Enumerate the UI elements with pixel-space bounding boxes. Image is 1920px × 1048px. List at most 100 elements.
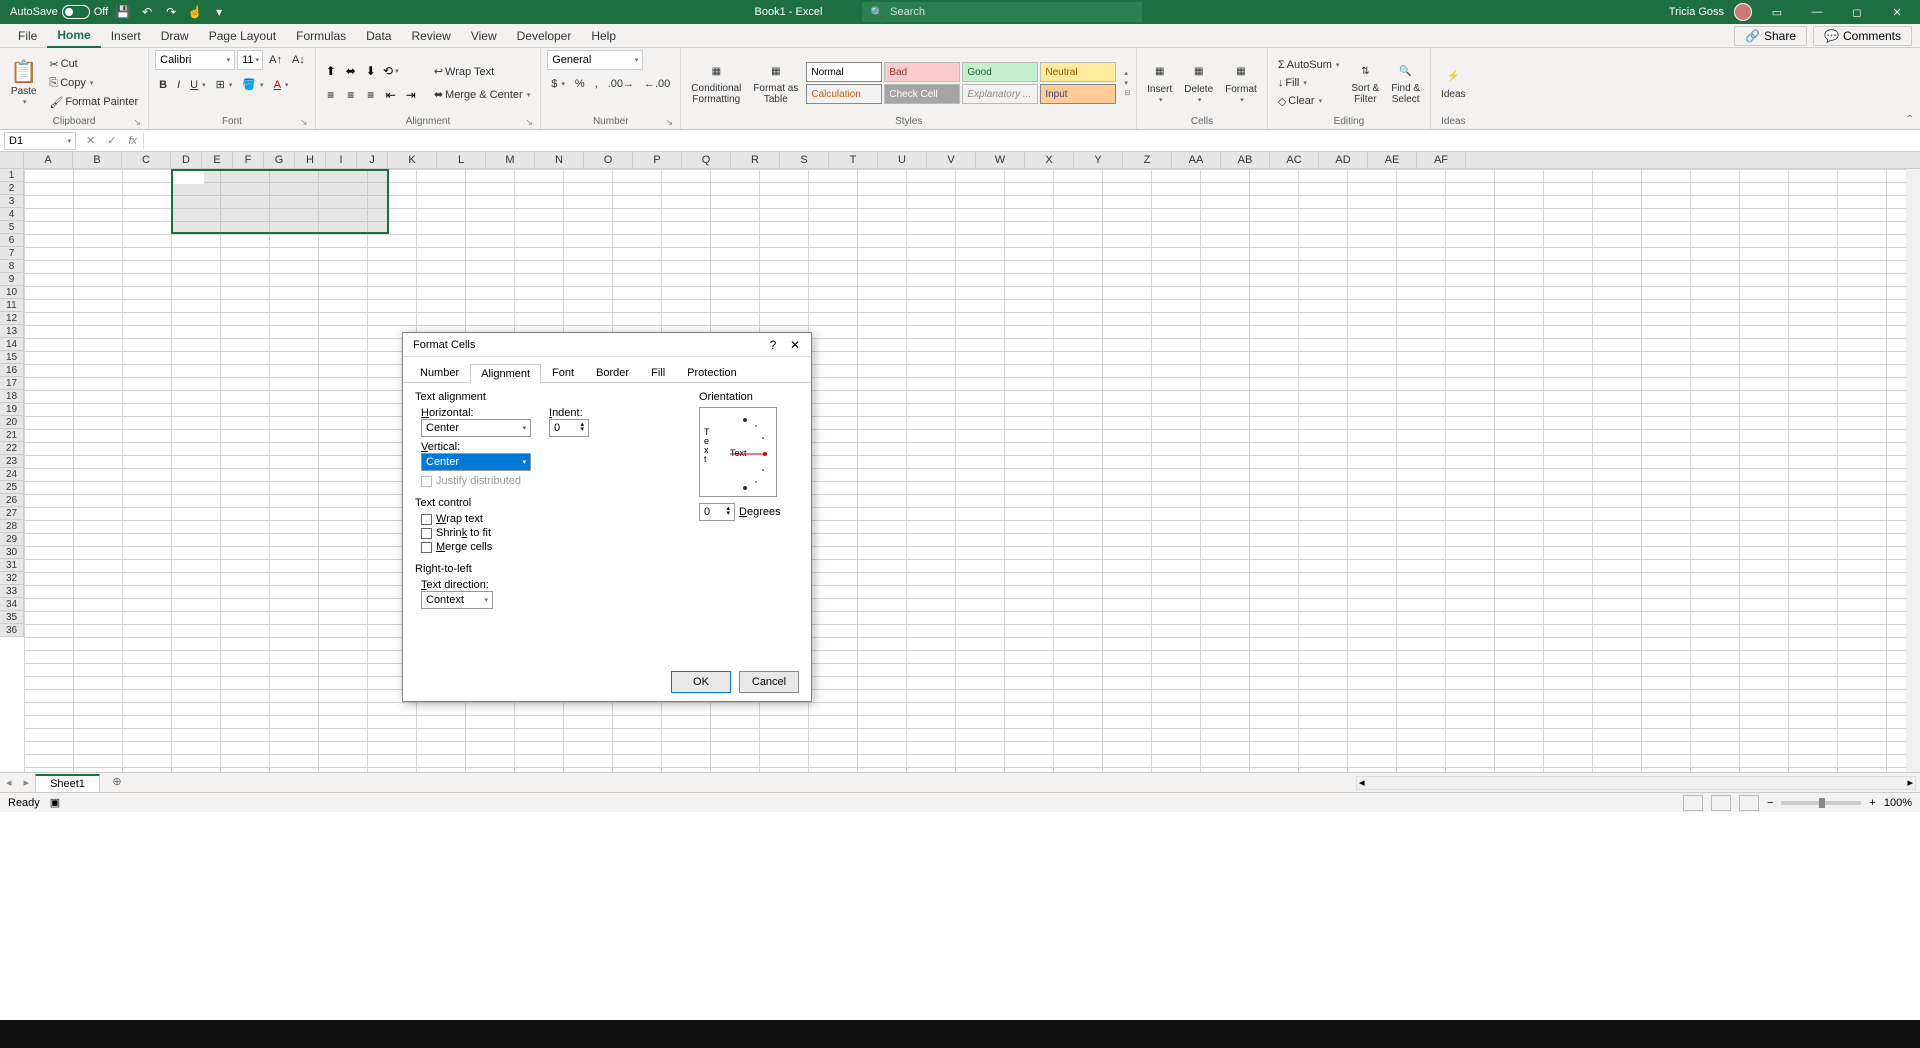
column-header[interactable]: K: [388, 152, 437, 168]
accounting-format-icon[interactable]: $▾: [547, 76, 569, 92]
fx-icon[interactable]: fx: [122, 135, 143, 147]
column-header[interactable]: Q: [682, 152, 731, 168]
horizontal-combo[interactable]: Center▾: [421, 419, 531, 437]
user-avatar[interactable]: [1734, 3, 1752, 21]
collapse-ribbon-icon[interactable]: ⌃: [1906, 114, 1914, 125]
column-header[interactable]: AA: [1172, 152, 1221, 168]
style-check-cell[interactable]: Check Cell: [884, 84, 960, 104]
vertical-combo[interactable]: Center▾: [421, 453, 531, 471]
decrease-decimal-icon[interactable]: ←.00: [640, 76, 674, 92]
worksheet-grid[interactable]: ABCDEFGHIJKLMNOPQRSTUVWXYZAAABACADAEAF 1…: [0, 152, 1920, 772]
comma-format-icon[interactable]: ,: [591, 76, 602, 92]
vertical-scrollbar[interactable]: [1906, 169, 1920, 772]
sort-filter-button[interactable]: ⇅Sort & Filter: [1347, 57, 1383, 109]
column-header[interactable]: AD: [1319, 152, 1368, 168]
row-header[interactable]: 7: [0, 247, 23, 260]
format-as-table-button[interactable]: ▦Format as Table: [749, 57, 802, 109]
row-header[interactable]: 16: [0, 364, 23, 377]
percent-format-icon[interactable]: %: [571, 76, 589, 92]
row-header[interactable]: 36: [0, 624, 23, 637]
row-header[interactable]: 32: [0, 572, 23, 585]
add-sheet-icon[interactable]: ⊕: [108, 774, 126, 792]
customize-qa-icon[interactable]: ▾: [210, 3, 228, 21]
menu-home[interactable]: Home: [47, 24, 100, 48]
number-launcher-icon[interactable]: ↘: [664, 117, 674, 127]
search-box[interactable]: 🔍 Search: [862, 2, 1142, 22]
font-color-button[interactable]: A▾: [270, 76, 293, 93]
cancel-button[interactable]: Cancel: [739, 671, 799, 693]
format-painter-button[interactable]: 🖌Format Painter: [45, 94, 142, 111]
menu-formulas[interactable]: Formulas: [286, 25, 356, 47]
row-header[interactable]: 4: [0, 208, 23, 221]
undo-icon[interactable]: ↶: [138, 3, 156, 21]
menu-data[interactable]: Data: [356, 25, 401, 47]
column-header[interactable]: C: [122, 152, 171, 168]
increase-decimal-icon[interactable]: .00→: [604, 76, 638, 92]
column-header[interactable]: AF: [1417, 152, 1466, 168]
styles-scroll-down-icon[interactable]: ▾: [1124, 79, 1130, 87]
column-header[interactable]: A: [24, 152, 73, 168]
minimize-icon[interactable]: —: [1802, 0, 1832, 24]
ok-button[interactable]: OK: [671, 671, 731, 693]
column-header[interactable]: D: [171, 152, 202, 168]
share-button[interactable]: 🔗 Share: [1734, 26, 1807, 46]
indent-increase-icon[interactable]: ⇥: [402, 86, 420, 104]
zoom-level[interactable]: 100%: [1884, 797, 1912, 809]
autosum-button[interactable]: ΣAutoSum▾: [1274, 57, 1344, 73]
menu-page-layout[interactable]: Page Layout: [199, 25, 286, 47]
zoom-in-icon[interactable]: +: [1869, 797, 1875, 809]
row-header[interactable]: 9: [0, 273, 23, 286]
row-header[interactable]: 21: [0, 429, 23, 442]
shrink-to-fit-checkbox[interactable]: [421, 528, 432, 539]
comments-button[interactable]: 💬 Comments: [1813, 26, 1912, 46]
tab-border[interactable]: Border: [585, 363, 640, 382]
dialog-help-icon[interactable]: ?: [763, 335, 783, 355]
find-select-button[interactable]: 🔍Find & Select: [1387, 57, 1424, 109]
column-header[interactable]: Y: [1074, 152, 1123, 168]
merge-cells-checkbox[interactable]: [421, 542, 432, 553]
orientation-icon[interactable]: ⟲▾: [382, 62, 400, 80]
name-box[interactable]: D1▾: [4, 132, 76, 150]
column-header[interactable]: F: [233, 152, 264, 168]
macro-record-icon[interactable]: ▣: [50, 796, 60, 809]
column-header[interactable]: O: [584, 152, 633, 168]
align-right-icon[interactable]: ≡: [362, 86, 380, 104]
align-left-icon[interactable]: ≡: [322, 86, 340, 104]
column-header[interactable]: N: [535, 152, 584, 168]
align-top-icon[interactable]: ⬆: [322, 62, 340, 80]
row-header[interactable]: 10: [0, 286, 23, 299]
row-header[interactable]: 14: [0, 338, 23, 351]
font-size-combo[interactable]: 11▾: [237, 50, 263, 70]
italic-button[interactable]: I: [173, 76, 184, 93]
menu-insert[interactable]: Insert: [101, 25, 151, 47]
alignment-launcher-icon[interactable]: ↘: [524, 117, 534, 127]
row-header[interactable]: 8: [0, 260, 23, 273]
align-center-icon[interactable]: ≡: [342, 86, 360, 104]
row-header[interactable]: 23: [0, 455, 23, 468]
row-header[interactable]: 15: [0, 351, 23, 364]
row-header[interactable]: 31: [0, 559, 23, 572]
row-header[interactable]: 20: [0, 416, 23, 429]
row-header[interactable]: 12: [0, 312, 23, 325]
ideas-button[interactable]: ⚡Ideas: [1437, 63, 1469, 104]
format-cells-button[interactable]: ▦Format▾: [1221, 58, 1261, 109]
clipboard-launcher-icon[interactable]: ↘: [132, 117, 142, 127]
font-name-combo[interactable]: Calibri▾: [155, 50, 235, 70]
fill-button[interactable]: ↓Fill▾: [1274, 75, 1344, 91]
sheet-nav-prev-icon[interactable]: ◂: [0, 776, 18, 789]
column-header[interactable]: X: [1025, 152, 1074, 168]
view-page-break-icon[interactable]: [1739, 795, 1759, 811]
menu-draw[interactable]: Draw: [151, 25, 199, 47]
column-header[interactable]: S: [780, 152, 829, 168]
menu-view[interactable]: View: [461, 25, 507, 47]
align-bottom-icon[interactable]: ⬇: [362, 62, 380, 80]
row-header[interactable]: 28: [0, 520, 23, 533]
decrease-font-icon[interactable]: A↓: [288, 50, 309, 70]
delete-cells-button[interactable]: ▦Delete▾: [1180, 58, 1217, 109]
wrap-text-button[interactable]: ↩Wrap Text: [430, 63, 534, 80]
column-header[interactable]: W: [976, 152, 1025, 168]
row-header[interactable]: 35: [0, 611, 23, 624]
zoom-out-icon[interactable]: −: [1767, 797, 1773, 809]
save-icon[interactable]: 💾: [114, 3, 132, 21]
column-header[interactable]: Z: [1123, 152, 1172, 168]
